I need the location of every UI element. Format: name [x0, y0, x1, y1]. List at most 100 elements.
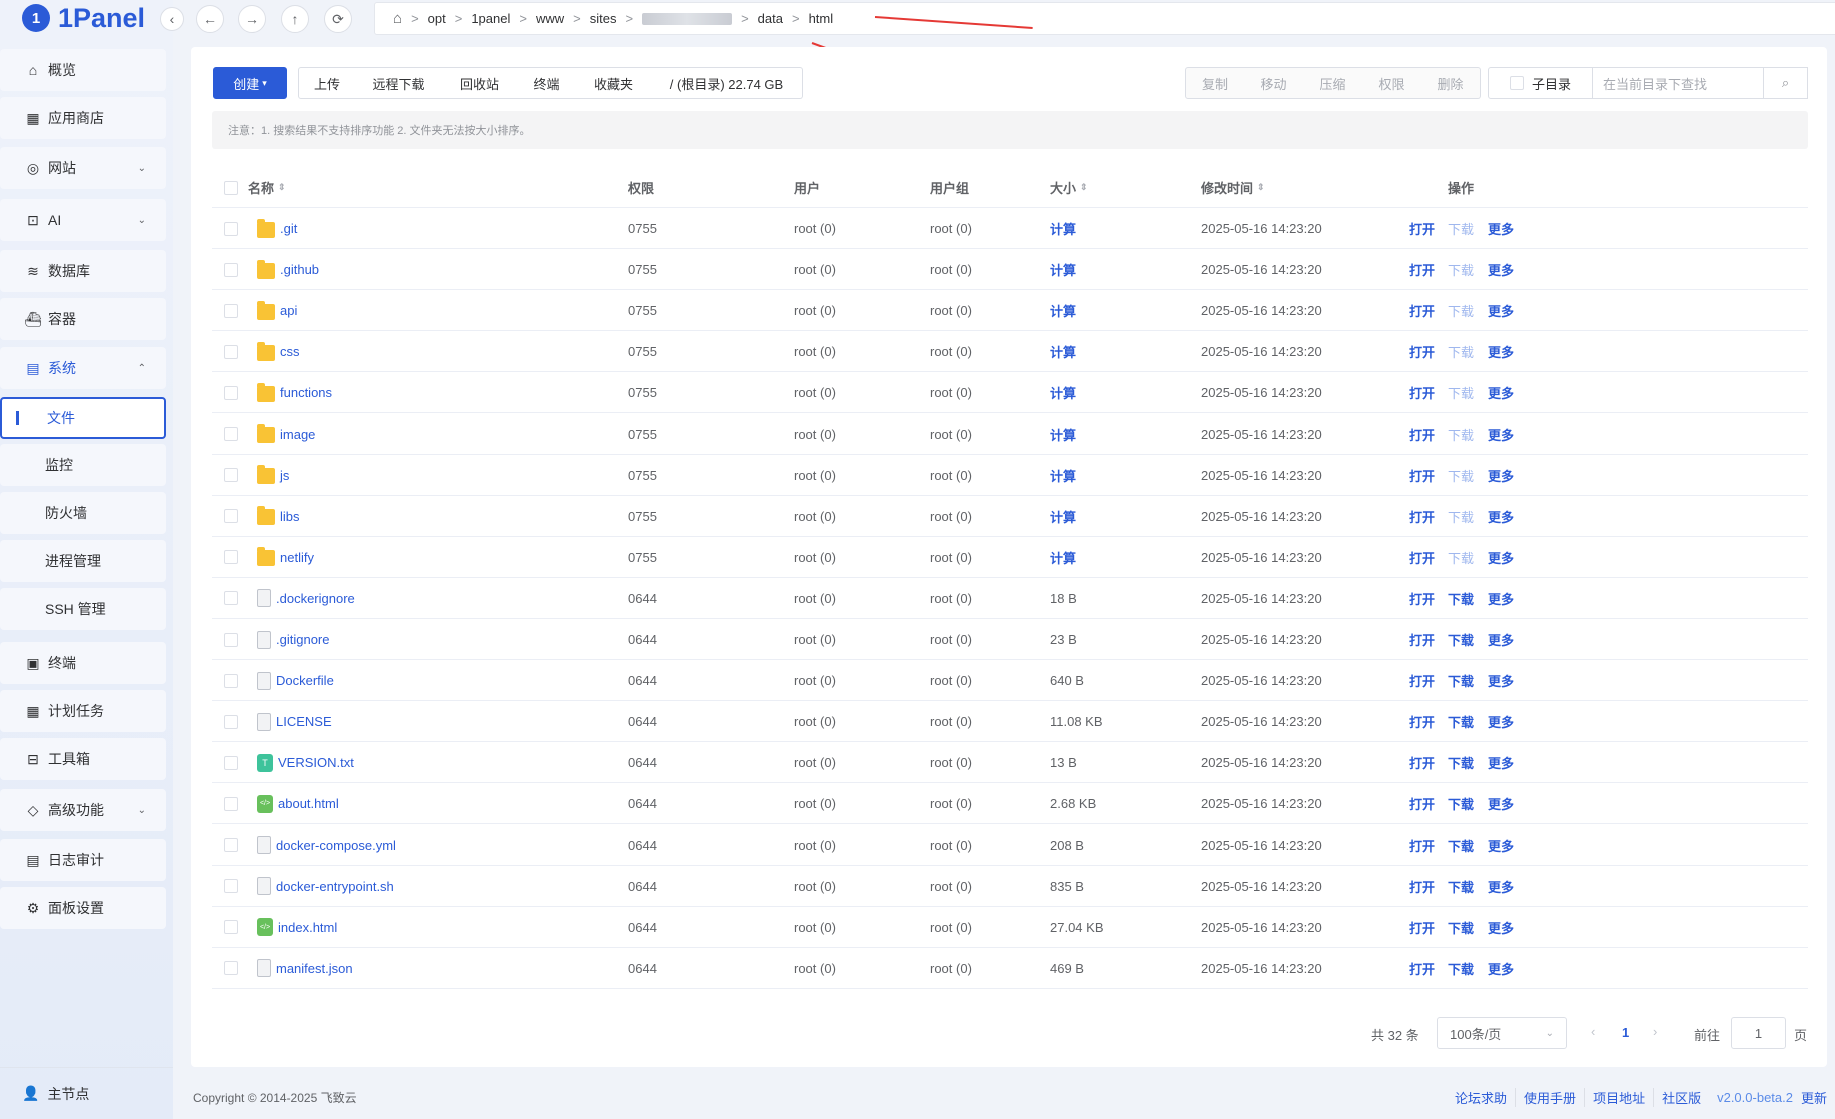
- download-button[interactable]: 下载: [1448, 414, 1474, 455]
- calc-size-button[interactable]: 计算: [1050, 537, 1076, 578]
- sidebar-item-4[interactable]: ≋ 数据库: [0, 250, 166, 292]
- up-button[interactable]: ↑: [281, 5, 309, 33]
- open-button[interactable]: 打开: [1409, 783, 1435, 824]
- more-button[interactable]: 更多: [1488, 866, 1514, 907]
- search-button[interactable]: ⌕: [1763, 68, 1807, 98]
- more-button[interactable]: 更多: [1488, 619, 1514, 660]
- sidebar-item2-1[interactable]: ▦ 计划任务: [0, 690, 166, 732]
- file-name-link[interactable]: manifest.json: [276, 961, 353, 976]
- file-name-link[interactable]: about.html: [278, 796, 339, 811]
- row-checkbox[interactable]: [224, 673, 238, 688]
- sidebar-sub-item-1[interactable]: 监控: [0, 444, 166, 486]
- table-row[interactable]: js 0755 root (0) root (0) 计算 2025-05-16 14:23…: [212, 455, 1808, 496]
- file-name-link[interactable]: .dockerignore: [276, 591, 355, 606]
- node-selector[interactable]: 👤 主节点: [0, 1067, 173, 1119]
- row-checkbox[interactable]: [224, 755, 238, 770]
- update-link[interactable]: 更新: [1793, 1088, 1827, 1107]
- col-mtime[interactable]: 修改时间 ⇕: [1201, 167, 1265, 208]
- calc-size-button[interactable]: 计算: [1050, 372, 1076, 413]
- table-row[interactable]: css 0755 root (0) root (0) 计算 2025-05-16 14:2…: [212, 331, 1808, 373]
- delete-button[interactable]: 删除: [1421, 67, 1481, 99]
- row-checkbox[interactable]: [224, 961, 238, 976]
- row-checkbox[interactable]: [224, 262, 238, 277]
- page-size-select[interactable]: 100条/页 ⌄: [1437, 1017, 1567, 1049]
- compress-button[interactable]: 压缩: [1303, 67, 1363, 99]
- more-button[interactable]: 更多: [1488, 414, 1514, 455]
- remote-download-button[interactable]: 远程下载: [355, 67, 443, 99]
- more-button[interactable]: 更多: [1488, 331, 1514, 372]
- edition-link[interactable]: 社区版: [1653, 1087, 1709, 1107]
- table-row[interactable]: T VERSION.txt 0644 root (0) root (0) 13 B 2025…: [212, 742, 1808, 784]
- download-button[interactable]: 下载: [1448, 866, 1474, 907]
- sidebar-item2-3[interactable]: ◇ 高级功能 ⌄: [0, 789, 166, 831]
- sidebar-item-0[interactable]: ⌂ 概览: [0, 49, 166, 91]
- manual-link[interactable]: 使用手册: [1515, 1087, 1584, 1107]
- move-button[interactable]: 移动: [1244, 67, 1304, 99]
- col-name[interactable]: 名称 ⇕: [248, 167, 286, 208]
- download-button[interactable]: 下载: [1448, 372, 1474, 413]
- file-name-link[interactable]: docker-compose.yml: [276, 838, 396, 853]
- sidebar-sub-item-2[interactable]: 防火墙: [0, 492, 166, 534]
- recycle-bin-button[interactable]: 回收站: [442, 67, 518, 99]
- table-row[interactable]: .github 0755 root (0) root (0) 计算 2025-05-16 …: [212, 249, 1808, 291]
- breadcrumb-redacted[interactable]: [642, 12, 733, 25]
- more-button[interactable]: 更多: [1488, 208, 1514, 249]
- forward-button[interactable]: →: [238, 5, 266, 33]
- open-button[interactable]: 打开: [1409, 537, 1435, 578]
- file-name-link[interactable]: netlify: [280, 550, 314, 565]
- more-button[interactable]: 更多: [1488, 578, 1514, 619]
- table-row[interactable]: .dockerignore 0644 root (0) root (0) 18 B 202…: [212, 578, 1808, 619]
- open-button[interactable]: 打开: [1409, 660, 1435, 701]
- sidebar-item-1[interactable]: ▦ 应用商店: [0, 97, 166, 139]
- download-button[interactable]: 下载: [1448, 619, 1474, 660]
- sidebar-item-3[interactable]: ⊡ AI ⌄: [0, 199, 166, 241]
- download-button[interactable]: 下载: [1448, 331, 1474, 372]
- collapse-sidebar-button[interactable]: ‹: [160, 7, 184, 31]
- copy-button[interactable]: 复制: [1185, 67, 1245, 99]
- favorites-button[interactable]: 收藏夹: [576, 67, 652, 99]
- open-button[interactable]: 打开: [1409, 948, 1435, 989]
- sidebar-sub-item-0[interactable]: 文件: [0, 397, 166, 439]
- breadcrumb-www[interactable]: www: [536, 11, 564, 26]
- sidebar-item-6[interactable]: ▤ 系统 ⌃: [0, 347, 166, 389]
- back-button[interactable]: ←: [196, 5, 224, 33]
- download-button[interactable]: 下载: [1448, 249, 1474, 290]
- file-name-link[interactable]: .github: [280, 262, 319, 277]
- more-button[interactable]: 更多: [1488, 372, 1514, 413]
- table-row[interactable]: </> index.html 0644 root (0) root (0) 27.04 K…: [212, 907, 1808, 948]
- table-row[interactable]: netlify 0755 root (0) root (0) 计算 2025-05-16 …: [212, 537, 1808, 578]
- sidebar-sub-item-4[interactable]: SSH 管理: [0, 588, 166, 630]
- calc-size-button[interactable]: 计算: [1050, 455, 1076, 496]
- create-button[interactable]: 创建 ▾: [213, 67, 287, 99]
- more-button[interactable]: 更多: [1488, 455, 1514, 496]
- open-button[interactable]: 打开: [1409, 208, 1435, 249]
- row-checkbox[interactable]: [224, 427, 238, 441]
- table-row[interactable]: docker-compose.yml 0644 root (0) root (0) 20…: [212, 825, 1808, 866]
- project-link[interactable]: 项目地址: [1584, 1087, 1653, 1107]
- download-button[interactable]: 下载: [1448, 907, 1474, 948]
- subdir-checkbox[interactable]: [1509, 76, 1524, 90]
- calc-size-button[interactable]: 计算: [1050, 331, 1076, 372]
- open-button[interactable]: 打开: [1409, 619, 1435, 660]
- table-row[interactable]: Dockerfile 0644 root (0) root (0) 640 B 2025-…: [212, 660, 1808, 702]
- more-button[interactable]: 更多: [1488, 948, 1514, 989]
- open-button[interactable]: 打开: [1409, 866, 1435, 907]
- sidebar-item-2[interactable]: ◎ 网站 ⌄: [0, 147, 166, 189]
- download-button[interactable]: 下载: [1448, 742, 1474, 783]
- row-checkbox[interactable]: [224, 303, 238, 318]
- upload-button[interactable]: 上传: [298, 67, 356, 99]
- download-button[interactable]: 下载: [1448, 208, 1474, 249]
- more-button[interactable]: 更多: [1488, 660, 1514, 701]
- table-row[interactable]: api 0755 root (0) root (0) 计算 2025-05-16 14:2…: [212, 290, 1808, 332]
- sidebar-sub-item-3[interactable]: 进程管理: [0, 540, 166, 582]
- breadcrumb-1panel[interactable]: 1panel: [471, 11, 510, 26]
- more-button[interactable]: 更多: [1488, 907, 1514, 948]
- open-button[interactable]: 打开: [1409, 578, 1435, 619]
- calc-size-button[interactable]: 计算: [1050, 496, 1076, 537]
- sidebar-item2-2[interactable]: ⊟ 工具箱: [0, 738, 166, 780]
- table-row[interactable]: libs 0755 root (0) root (0) 计算 2025-05-16 14:…: [212, 496, 1808, 537]
- file-name-link[interactable]: libs: [280, 509, 300, 524]
- search-input[interactable]: 在当前目录下查找: [1603, 74, 1707, 93]
- download-button[interactable]: 下载: [1448, 578, 1474, 619]
- sidebar-item2-4[interactable]: ▤ 日志审计: [0, 839, 166, 881]
